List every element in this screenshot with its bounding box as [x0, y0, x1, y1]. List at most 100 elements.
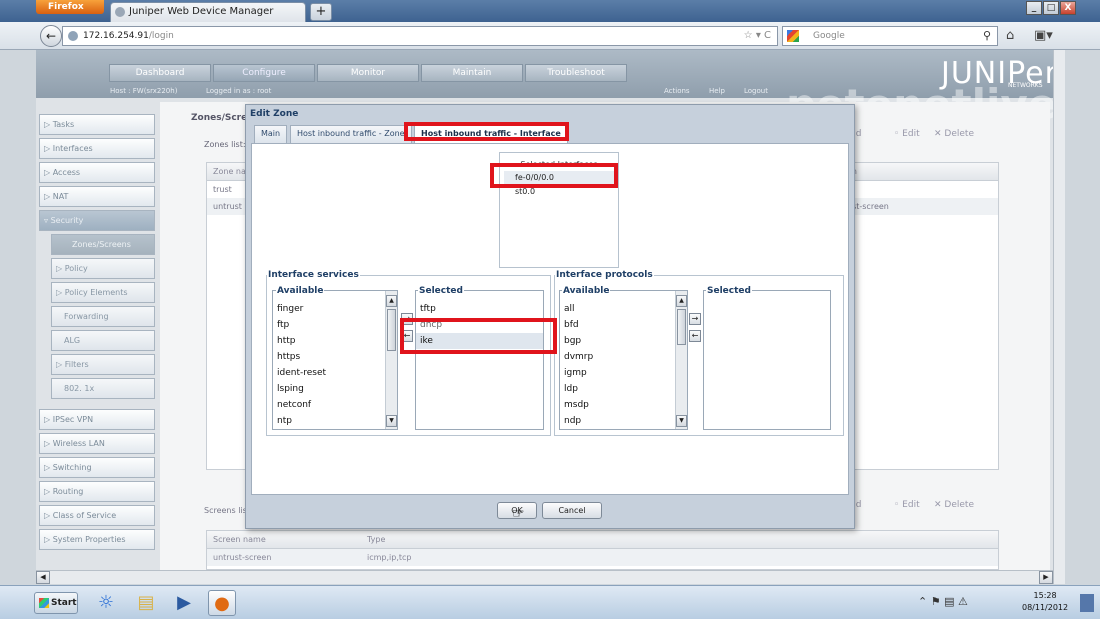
firefox-taskbar-icon[interactable]: ●: [208, 590, 236, 616]
list-item[interactable]: lsping: [273, 381, 397, 397]
list-item[interactable]: finger: [273, 301, 397, 317]
list-item[interactable]: http: [273, 333, 397, 349]
list-item[interactable]: ident-reset: [273, 365, 397, 381]
list-item[interactable]: ldp: [560, 381, 687, 397]
sidebar-item-ipsec-vpn[interactable]: ▷ IPSec VPN: [39, 409, 155, 430]
sidebar-item-zones-screens[interactable]: Zones/Screens: [51, 234, 155, 255]
screens-delete-button[interactable]: ✕ Delete: [934, 500, 974, 510]
zones-delete-button[interactable]: ✕ Delete: [934, 129, 974, 139]
sidebar-item-access[interactable]: ▷ Access: [39, 162, 155, 183]
table-row[interactable]: untrust-screen icmp,ip,tcp: [207, 549, 998, 566]
protocols-available-label: Available: [562, 286, 611, 296]
sidebar-item-filters[interactable]: ▷ Filters: [51, 354, 155, 375]
google-icon: [787, 30, 799, 42]
scroll-up-icon[interactable]: ▲: [676, 295, 687, 307]
new-tab-button[interactable]: +: [310, 3, 332, 21]
sidebar-item-tasks[interactable]: ▷ Tasks: [39, 114, 155, 135]
list-item[interactable]: dvmrp: [560, 349, 687, 365]
protocols-available-list[interactable]: all bfd bgp dvmrp igmp ldp msdp ndp ▲ ▼: [559, 290, 688, 430]
list-item[interactable]: msdp: [560, 397, 687, 413]
protocols-selected-list[interactable]: [703, 290, 831, 430]
sidebar-item-forwarding[interactable]: Forwarding: [51, 306, 155, 327]
list-item[interactable]: ntp: [273, 413, 397, 429]
browser-nav-bar: ← 172.16.254.91/login ☆ ▾ C Google ⚲ ⌂ ▣…: [0, 22, 1100, 50]
taskbar-clock[interactable]: 15:28 08/11/2012: [1022, 590, 1068, 614]
home-icon[interactable]: ⌂: [1006, 28, 1014, 43]
list-item[interactable]: all: [560, 301, 687, 317]
sidebar-item-nat[interactable]: ▷ NAT: [39, 186, 155, 207]
add-protocol-arrow-icon[interactable]: →: [689, 313, 701, 325]
sidebar-item-8021x[interactable]: 802. 1x: [51, 378, 155, 399]
sidebar-item-wireless-lan[interactable]: ▷ Wireless LAN: [39, 433, 155, 454]
list-item[interactable]: bfd: [560, 317, 687, 333]
scroll-down-icon[interactable]: ▼: [386, 415, 397, 427]
scroll-left-icon[interactable]: ◀: [36, 571, 50, 584]
page-horizontal-scrollbar[interactable]: ◀ ▶: [36, 570, 1053, 584]
sidebar-item-policy[interactable]: ▷ Policy: [51, 258, 155, 279]
list-item[interactable]: bgp: [560, 333, 687, 349]
sidebar-item-routing[interactable]: ▷ Routing: [39, 481, 155, 502]
list-item[interactable]: tftp: [416, 301, 543, 317]
back-arrow-icon[interactable]: ←: [40, 25, 62, 47]
internet-explorer-icon[interactable]: ☼: [92, 590, 120, 616]
zones-edit-button[interactable]: ◦ Edit: [894, 129, 920, 139]
nav-maintain[interactable]: Maintain: [421, 64, 523, 82]
services-available-scrollbar[interactable]: ▲ ▼: [385, 291, 397, 429]
nav-monitor[interactable]: Monitor: [317, 64, 419, 82]
firefox-menu-button[interactable]: Firefox: [36, 0, 104, 14]
sidebar-item-system-properties[interactable]: ▷ System Properties: [39, 529, 155, 550]
start-button[interactable]: Start: [34, 592, 78, 614]
header-link-logout[interactable]: Logout: [744, 87, 768, 95]
screen-type-header: Type: [367, 535, 386, 544]
search-placeholder: Google: [813, 31, 845, 41]
protocols-available-scrollbar[interactable]: ▲ ▼: [675, 291, 687, 429]
close-window-button[interactable]: X: [1060, 1, 1076, 15]
sidebar-item-security[interactable]: ▿ Security: [39, 210, 155, 231]
scroll-thumb[interactable]: [677, 309, 686, 345]
sidebar-item-alg[interactable]: ALG: [51, 330, 155, 351]
file-explorer-icon[interactable]: ▤: [132, 590, 160, 616]
search-icon[interactable]: ⚲: [983, 27, 991, 45]
maximize-button[interactable]: □: [1043, 1, 1059, 15]
nav-troubleshoot[interactable]: Troubleshoot: [525, 64, 627, 82]
minimize-button[interactable]: _: [1026, 1, 1042, 15]
clock-time: 15:28: [1033, 591, 1057, 600]
remove-protocol-arrow-icon[interactable]: ←: [689, 330, 701, 342]
sidebar: ▷ Tasks ▷ Interfaces ▷ Access ▷ NAT ▿ Se…: [39, 114, 155, 553]
sidebar-item-policy-elements[interactable]: ▷ Policy Elements: [51, 282, 155, 303]
media-player-icon[interactable]: ▶: [170, 590, 198, 616]
addon-menu-icon[interactable]: ▣▾: [1034, 28, 1053, 43]
screens-edit-button[interactable]: ◦ Edit: [894, 500, 920, 510]
scroll-thumb[interactable]: [387, 309, 396, 351]
nav-dashboard[interactable]: Dashboard: [109, 64, 211, 82]
scroll-down-icon[interactable]: ▼: [676, 415, 687, 427]
header-link-help[interactable]: Help: [709, 87, 725, 95]
show-desktop-button[interactable]: [1080, 594, 1094, 612]
tab-title: Juniper Web Device Manager: [129, 6, 274, 17]
browser-tab[interactable]: Juniper Web Device Manager: [110, 2, 306, 22]
tab-main[interactable]: Main: [254, 125, 288, 143]
services-available-list[interactable]: finger ftp http https ident-reset lsping…: [272, 290, 398, 430]
nav-configure[interactable]: Configure: [213, 64, 315, 82]
list-item[interactable]: ndp: [560, 413, 687, 429]
sidebar-item-switching[interactable]: ▷ Switching: [39, 457, 155, 478]
list-item[interactable]: igmp: [560, 365, 687, 381]
tab-host-inbound-zone[interactable]: Host inbound traffic - Zone: [290, 125, 412, 143]
services-selected-list[interactable]: tftp dhcp ike: [415, 290, 544, 430]
sidebar-item-interfaces[interactable]: ▷ Interfaces: [39, 138, 155, 159]
header-link-actions[interactable]: Actions: [664, 87, 690, 95]
scroll-right-icon[interactable]: ▶: [1039, 571, 1053, 584]
cancel-button[interactable]: Cancel: [542, 502, 602, 519]
system-tray-icons[interactable]: ⌃ ⚑ ▤ ⚠: [918, 595, 968, 608]
page-vertical-scrollbar[interactable]: [1053, 50, 1065, 584]
services-selected-label: Selected: [418, 286, 464, 296]
scroll-up-icon[interactable]: ▲: [386, 295, 397, 307]
sidebar-item-class-of-service[interactable]: ▷ Class of Service: [39, 505, 155, 526]
hand-cursor-icon: ☞: [512, 506, 525, 522]
list-item[interactable]: netconf: [273, 397, 397, 413]
search-input[interactable]: Google ⚲: [782, 26, 998, 46]
list-item[interactable]: ftp: [273, 317, 397, 333]
bookmark-star-icon[interactable]: ☆ ▾ C: [744, 27, 771, 45]
list-item[interactable]: https: [273, 349, 397, 365]
url-bar[interactable]: 172.16.254.91/login ☆ ▾ C: [62, 26, 778, 46]
